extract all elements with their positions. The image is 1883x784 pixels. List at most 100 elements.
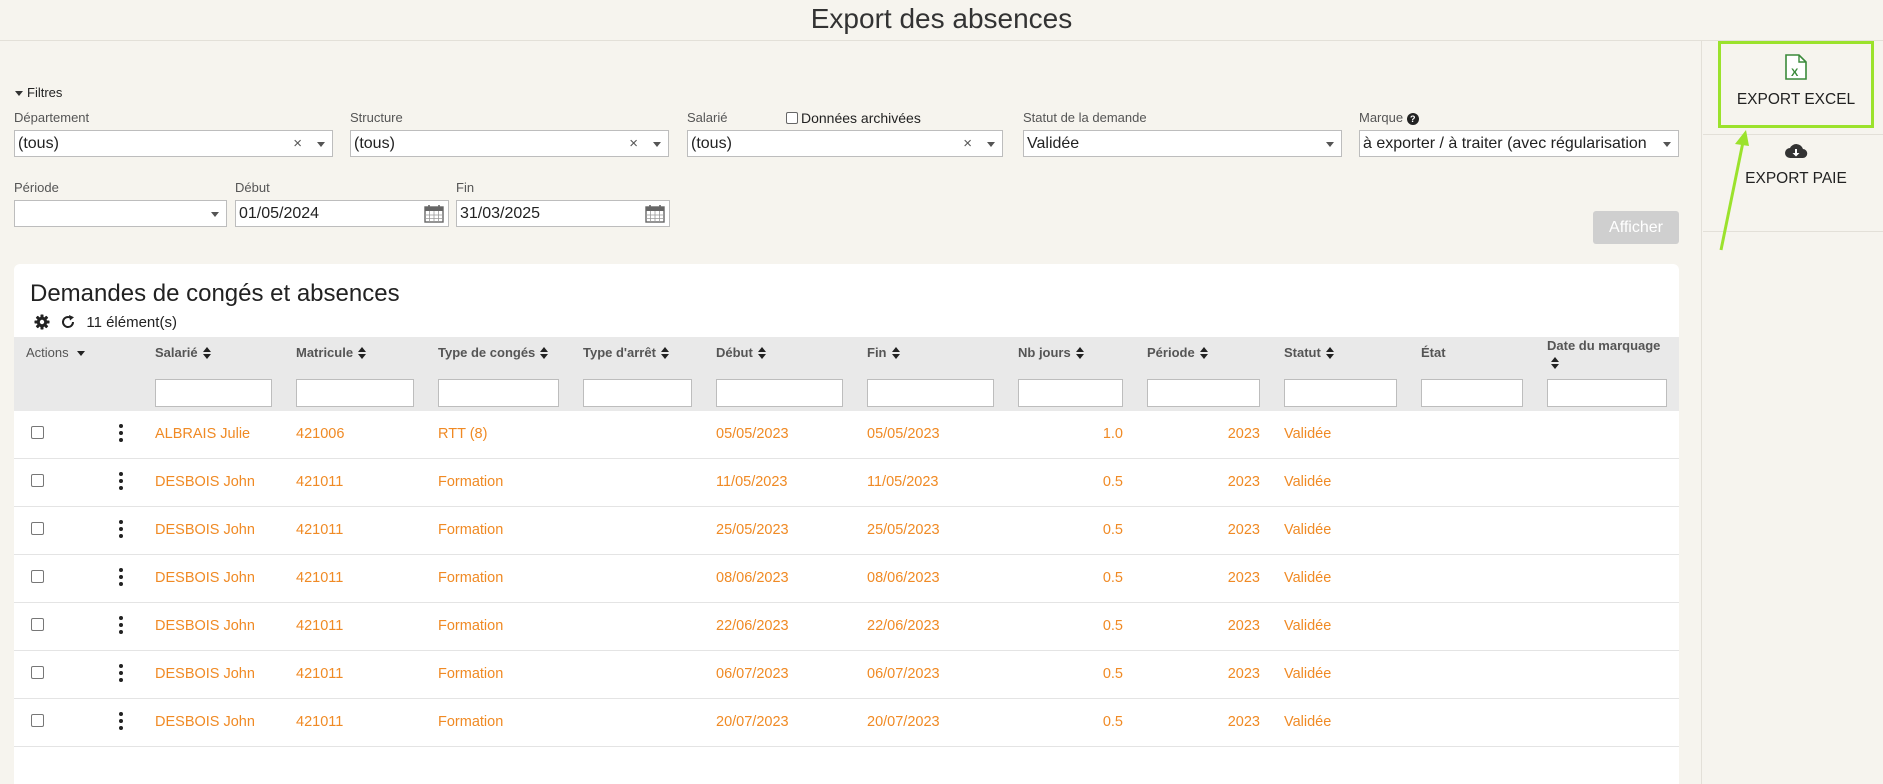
table-row[interactable]: DESBOIS John 421011 Formation 11/05/2023 11/… [14,459,1679,507]
table-row[interactable]: DESBOIS John 421011 Formation 06/07/2023 06/… [14,651,1679,699]
afficher-button[interactable]: Afficher [1593,211,1679,244]
more-vertical-icon[interactable] [118,520,124,540]
col-date-marquage[interactable]: Date du marquage [1547,337,1660,371]
col-fin[interactable]: Fin [867,345,900,360]
cell-salarie[interactable]: DESBOIS John [155,666,255,682]
cell-statut: Validée [1284,426,1332,442]
actions-label: Actions [26,345,69,360]
filter-etat-input[interactable] [1421,379,1523,407]
cell-statut: Validée [1284,618,1332,634]
col-label: Type d'arrêt [583,345,656,360]
col-debut[interactable]: Début [716,345,766,360]
more-vertical-icon[interactable] [118,712,124,732]
cell-nb-jours: 0.5 [1102,474,1123,490]
more-vertical-icon[interactable] [118,568,124,588]
clear-icon[interactable]: × [293,131,302,156]
more-vertical-icon[interactable] [118,472,124,492]
export-excel-button[interactable]: X EXPORT EXCEL [1718,41,1874,128]
row-checkbox[interactable] [31,522,44,535]
cell-fin: 22/06/2023 [867,618,940,634]
filter-periode-input[interactable] [1147,379,1260,407]
absences-panel: Demandes de congés et absences 11 élémen… [14,264,1679,784]
filter-type-conges-input[interactable] [438,379,559,407]
cell-matricule: 421006 [296,426,345,442]
cell-statut: Validée [1284,474,1332,490]
col-type-conges[interactable]: Type de congés [438,345,549,360]
filter-type-arret-input[interactable] [583,379,692,407]
checkbox[interactable] [786,112,798,124]
filter-debut-input[interactable] [716,379,843,407]
col-matricule[interactable]: Matricule [296,345,367,360]
refresh-icon[interactable] [60,314,76,330]
periode-select[interactable] [14,200,227,227]
table-row[interactable]: DESBOIS John 421011 Formation 25/05/2023 25/… [14,507,1679,555]
departement-select[interactable]: (tous) × [14,130,333,157]
clear-icon[interactable]: × [963,131,972,156]
cell-fin: 05/05/2023 [867,426,940,442]
more-vertical-icon[interactable] [118,616,124,636]
filter-matricule-input[interactable] [296,379,414,407]
col-etat[interactable]: État [1421,345,1446,360]
filter-salarie-input[interactable] [155,379,272,407]
row-checkbox[interactable] [31,666,44,679]
more-vertical-icon[interactable] [118,424,124,444]
sort-icon [1075,347,1084,359]
chevron-down-icon [1326,142,1334,147]
actions-header[interactable]: Actions [26,345,89,360]
structure-select[interactable]: (tous) × [350,130,669,157]
cell-matricule: 421011 [296,714,344,730]
calendar-icon[interactable] [645,204,665,223]
cell-salarie[interactable]: DESBOIS John [155,474,255,490]
fin-date-input[interactable]: 31/03/2025 [456,200,670,227]
col-label: Fin [867,345,887,360]
cell-fin: 25/05/2023 [867,522,940,538]
gear-icon[interactable] [34,314,50,330]
help-icon[interactable]: ? [1406,113,1419,125]
cell-debut: 11/05/2023 [716,474,788,490]
marque-select[interactable]: à exporter / à traiter (avec régularisat… [1359,130,1679,157]
cell-salarie[interactable]: DESBOIS John [155,522,255,538]
table-row[interactable]: DESBOIS John 421011 Formation 22/06/2023 22/… [14,603,1679,651]
col-salarie[interactable]: Salarié [155,345,211,360]
filter-date-marquage-input[interactable] [1547,379,1667,407]
row-checkbox[interactable] [31,426,44,439]
row-checkbox[interactable] [31,474,44,487]
col-type-arret[interactable]: Type d'arrêt [583,345,669,360]
filters-toggle-label: Filtres [27,85,63,100]
filter-nb-jours-input[interactable] [1018,379,1123,407]
table-row[interactable]: DESBOIS John 421011 Formation 20/07/2023 20/… [14,699,1679,747]
sort-icon [891,347,900,359]
sort-icon [202,347,211,359]
item-count: 11 élément(s) [86,314,177,331]
cell-type: RTT (8) [438,426,488,442]
filter-fin-input[interactable] [867,379,994,407]
filters-toggle[interactable]: Filtres [15,85,62,100]
row-checkbox[interactable] [31,570,44,583]
row-checkbox[interactable] [31,714,44,727]
cloud-download-icon [1785,144,1808,159]
cell-statut: Validée [1284,666,1332,682]
cell-nb-jours: 1.0 [1102,426,1123,442]
salarie-select[interactable]: (tous) × [687,130,1003,157]
statut-select[interactable]: Validée [1023,130,1342,157]
cell-fin: 06/07/2023 [867,666,940,682]
table-row[interactable]: ALBRAIS Julie 421006 RTT (8) 05/05/2023 05/0… [14,411,1679,459]
cell-salarie[interactable]: ALBRAIS Julie [155,426,250,442]
col-periode[interactable]: Période [1147,345,1208,360]
cell-salarie[interactable]: DESBOIS John [155,618,255,634]
filter-statut-input[interactable] [1284,379,1397,407]
debut-date-input[interactable]: 01/05/2024 [235,200,449,227]
col-nb-jours[interactable]: Nb jours [1018,345,1084,360]
marque-label-text: Marque [1359,110,1404,125]
cell-salarie[interactable]: DESBOIS John [155,714,255,730]
calendar-icon[interactable] [424,204,444,223]
more-vertical-icon[interactable] [118,664,124,684]
table-row[interactable]: DESBOIS John 421011 Formation 08/06/2023 08/… [14,555,1679,603]
row-checkbox[interactable] [31,618,44,631]
archive-checkbox[interactable]: Données archivées [786,110,921,126]
col-label: Date du marquage [1547,338,1661,353]
clear-icon[interactable]: × [629,131,638,156]
cell-salarie[interactable]: DESBOIS John [155,570,255,586]
col-statut[interactable]: Statut [1284,345,1334,360]
excel-file-icon: X [1785,54,1807,80]
